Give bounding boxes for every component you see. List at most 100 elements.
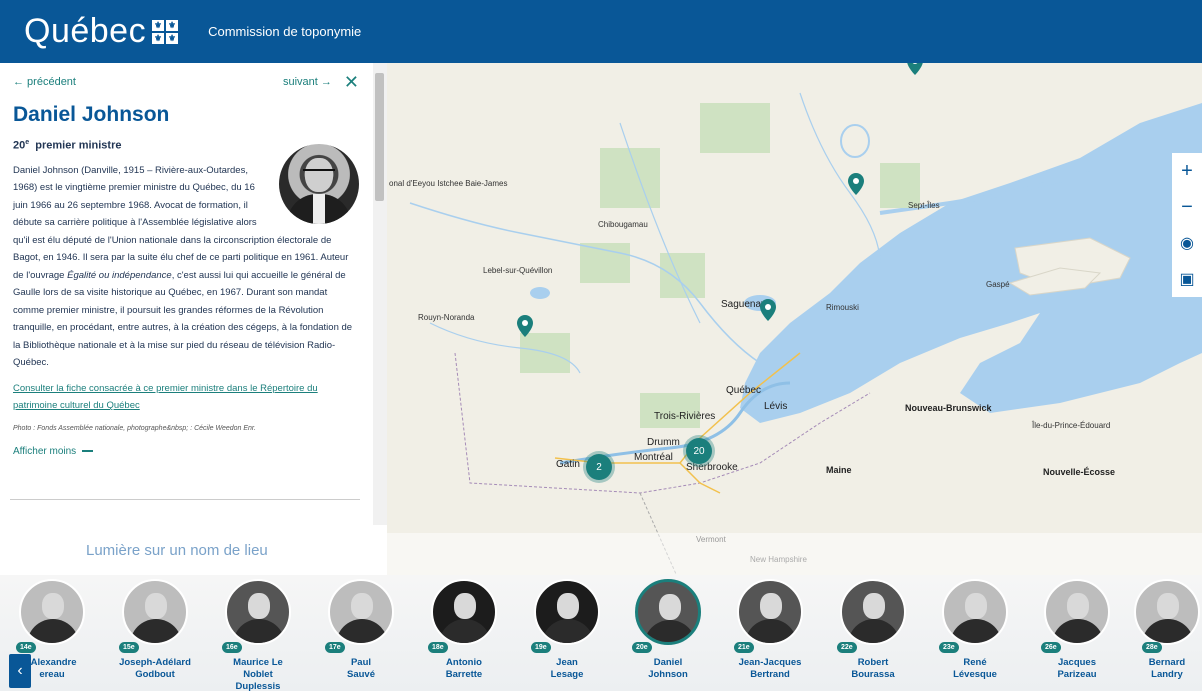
carousel-item[interactable]: 23e René Lévesque <box>929 579 1021 681</box>
repertoire-link[interactable]: Consulter la fiche consacrée à ce premie… <box>13 380 359 415</box>
carousel-item-name: Daniel Johnson <box>648 657 688 680</box>
photo-credit: Photo : Fonds Assemblée nationale, photo… <box>13 424 256 432</box>
avatar <box>328 579 394 645</box>
map-label-rouyn: Rouyn-Noranda <box>418 313 475 322</box>
carousel-item[interactable]: 16e Maurice Le Noblet Duplessis <box>212 579 304 691</box>
zoom-in-button[interactable]: + <box>1172 153 1202 189</box>
map-label-maine: Maine <box>826 465 852 475</box>
carousel-item-name: Maurice Le Noblet Duplessis <box>233 657 283 691</box>
zoom-out-button[interactable]: − <box>1172 189 1202 225</box>
panel-content[interactable]: ← précédent suivant → ✕ Daniel Johnson 2… <box>0 63 372 525</box>
rank-badge: 19e <box>531 642 551 653</box>
carousel-item[interactable]: 21e Jean-Jacques Bertrand <box>724 579 816 681</box>
map-label-chibougamau: Chibougamau <box>598 220 648 229</box>
avatar <box>1134 579 1200 645</box>
map-pin-icon[interactable] <box>907 63 923 75</box>
show-less-toggle[interactable]: Afficher moins <box>13 446 359 457</box>
rank-text: premier ministre <box>35 139 122 152</box>
carousel-item-name: Robert Bourassa <box>851 657 895 680</box>
pm-carousel: 14e -Alexandre ereau 15e Joseph-Adélard Go… <box>0 575 1202 691</box>
map-cluster[interactable]: 20 <box>686 438 712 464</box>
map-label-montreal: Montréal <box>634 452 673 463</box>
logo-text: Québec <box>24 12 147 50</box>
show-less-label: Afficher moins <box>13 445 77 457</box>
rank-badge: 26e <box>1041 642 1061 653</box>
scrollbar-thumb[interactable] <box>375 73 384 201</box>
map-label-gaspe: Gaspé <box>986 280 1010 289</box>
portrait-image <box>279 143 359 224</box>
previous-link[interactable]: ← précédent <box>13 76 76 88</box>
rank-badge: 21e <box>734 642 754 653</box>
site-title[interactable]: Commission de toponymie <box>208 24 361 39</box>
avatar <box>431 579 497 645</box>
avatar <box>942 579 1008 645</box>
rank-suffix: e <box>25 139 30 146</box>
rank-badge: 28e <box>1142 642 1162 653</box>
locate-icon[interactable]: ◉ <box>1172 225 1202 261</box>
avatar <box>122 579 188 645</box>
carousel-item-name: Jean Lesage <box>550 657 584 680</box>
map-label-ne: Nouvelle-Écosse <box>1043 467 1116 477</box>
carousel-item-active[interactable]: 20e Daniel Johnson <box>622 579 714 681</box>
map-label-levis: Lévis <box>764 401 788 412</box>
biography: Daniel Johnson (Danville, 1915 – Rivière… <box>13 143 359 372</box>
spotlight-title: Lumière sur un nom de lieu <box>86 542 268 559</box>
map-pin-icon[interactable] <box>517 315 533 337</box>
carousel-item[interactable]: 19e Jean Lesage <box>521 579 613 681</box>
map-label-gatineau: Gatin <box>556 459 580 470</box>
page-title: Daniel Johnson <box>13 103 170 126</box>
avatar <box>225 579 291 645</box>
map-label-nb: Nouveau-Brunswick <box>905 403 992 413</box>
quebec-logo[interactable]: Québec ⚜ ⚜ ⚜ ⚜ <box>24 12 179 51</box>
carousel-item[interactable]: 17e Paul Sauvé <box>315 579 407 681</box>
carousel-item-name: Paul Sauvé <box>347 657 375 680</box>
carousel-item-name: Joseph-Adélard Godbout <box>119 657 191 680</box>
carousel-item-name: Jean-Jacques Bertrand <box>738 657 802 680</box>
close-icon[interactable]: ✕ <box>344 73 359 91</box>
map-label-nh: New Hampshire <box>750 555 807 564</box>
info-panel: ← précédent suivant → ✕ Daniel Johnson 2… <box>0 63 387 583</box>
rank-badge: 22e <box>837 642 857 653</box>
map-pin-icon[interactable] <box>760 299 776 321</box>
map-label-rimouski: Rimouski <box>826 303 859 312</box>
map-controls: + − ◉ ▣ <box>1172 153 1202 297</box>
carousel-item-name: Antonio Barrette <box>445 657 483 680</box>
carousel-item-name: -Alexandre ereau <box>27 657 77 680</box>
carousel-prev-button[interactable]: ‹ <box>9 654 31 688</box>
carousel-item[interactable]: 18e Antonio Barrette <box>418 579 510 681</box>
map-label-troisrivieres: Trois-Rivières <box>654 411 716 422</box>
panel-nav: ← précédent suivant → ✕ <box>13 63 359 101</box>
map-label-sherbrooke: Sherbrooke <box>686 462 738 473</box>
bio-text-2: , c'est aussi lui qui accueille le génér… <box>13 269 353 369</box>
carousel-item-name: René Lévesque <box>953 657 997 680</box>
map-label-quebec: Québec <box>726 385 762 396</box>
top-header: Québec ⚜ ⚜ ⚜ ⚜ Commission de toponymie <box>0 0 1202 63</box>
rank-badge: 23e <box>939 642 959 653</box>
map-cluster[interactable]: 2 <box>586 454 612 480</box>
map-label-eeyou: onal d'Eeyou Istchee Baie-James <box>389 179 508 188</box>
carousel-item[interactable]: 15e Joseph-Adélard Godbout <box>109 579 201 681</box>
map-pin-icon[interactable] <box>848 173 864 195</box>
map-label-vermont: Vermont <box>696 535 726 544</box>
bio-book-title: Égalité ou indépendance <box>67 269 172 281</box>
rank-number: 20 <box>13 139 26 152</box>
carousel-item-name: Jacques Parizeau <box>1057 657 1097 680</box>
carousel-item[interactable]: 22e Robert Bourassa <box>827 579 919 681</box>
avatar <box>1044 579 1110 645</box>
rank-badge: 18e <box>428 642 448 653</box>
carousel-item[interactable]: 28e Bernard Landry <box>1132 579 1202 681</box>
fleur-de-lis-icon: ⚜ ⚜ ⚜ ⚜ <box>152 19 179 44</box>
avatar <box>840 579 906 645</box>
rank-badge: 15e <box>119 642 139 653</box>
minus-icon <box>82 450 94 453</box>
avatar <box>534 579 600 645</box>
rank-badge: 20e <box>632 642 652 653</box>
map-label-lebel: Lebel-sur-Quévillon <box>483 266 553 275</box>
carousel-item[interactable]: 26e Jacques Parizeau <box>1031 579 1123 681</box>
avatar <box>19 579 85 645</box>
avatar <box>737 579 803 645</box>
rank-badge: 16e <box>222 642 242 653</box>
next-link[interactable]: suivant → <box>283 76 332 88</box>
panel-scrollbar[interactable] <box>373 63 387 525</box>
layers-icon[interactable]: ▣ <box>1172 261 1202 297</box>
